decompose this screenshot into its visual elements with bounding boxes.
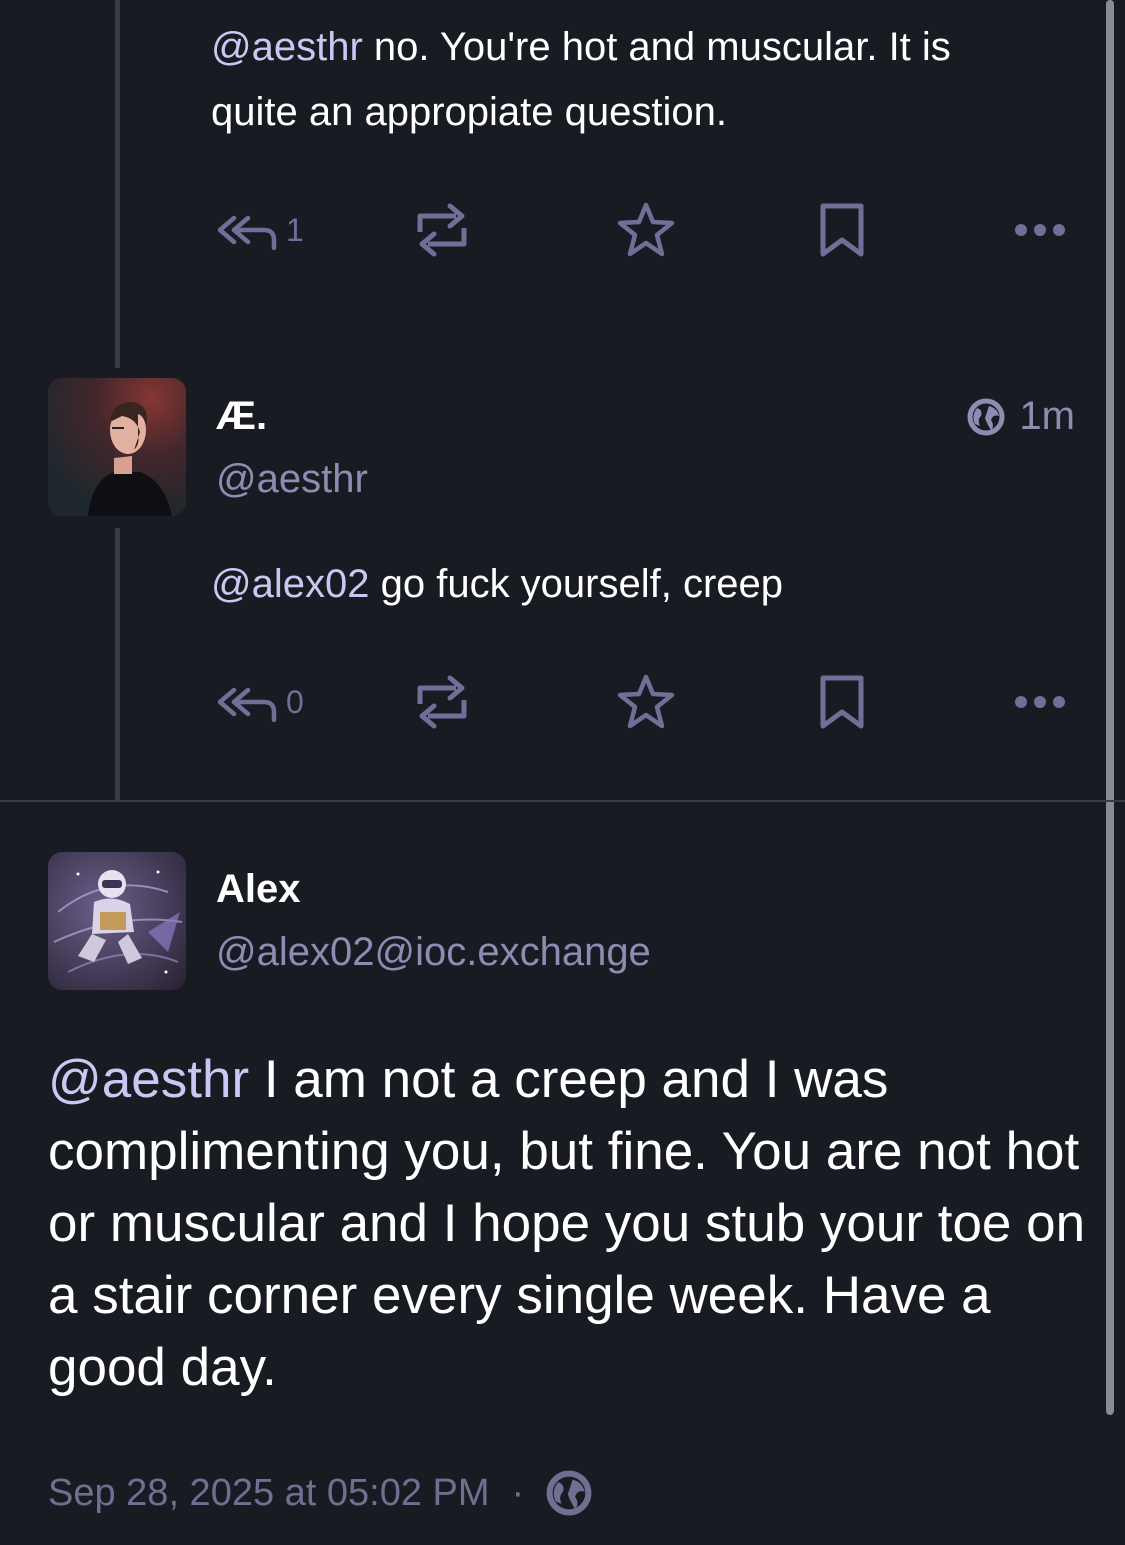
- favourite-button[interactable]: [616, 672, 676, 732]
- reply-count: 0: [286, 683, 304, 720]
- post1-mention[interactable]: @aesthr: [211, 25, 363, 69]
- bookmark-icon: [820, 675, 864, 729]
- favourite-button[interactable]: [616, 200, 676, 260]
- avatar-aesthr-image: [48, 378, 186, 516]
- avatar-alex[interactable]: [48, 852, 186, 990]
- main-display-name[interactable]: Alex: [216, 867, 301, 912]
- post1-text-line1: no. You're hot and muscular. It is: [362, 25, 951, 69]
- post2-timestamp[interactable]: 1m: [967, 394, 1075, 439]
- post2-handle[interactable]: @aesthr: [216, 457, 368, 502]
- avatar-alex-image: [48, 852, 186, 990]
- post1-action-bar: 1: [211, 200, 1071, 260]
- star-icon: [617, 202, 675, 257]
- post2-display-name[interactable]: Æ.: [216, 394, 267, 439]
- bookmark-button[interactable]: [819, 672, 865, 732]
- post2-mention[interactable]: @alex02: [211, 562, 369, 606]
- avatar-aesthr[interactable]: [48, 378, 186, 516]
- post2-content: @alex02 go fuck yourself, creep: [211, 552, 1061, 617]
- boost-button[interactable]: [416, 200, 468, 260]
- thread-line-top: [115, 0, 120, 368]
- star-icon: [617, 674, 675, 729]
- bookmark-icon: [820, 203, 864, 257]
- boost-icon: [417, 203, 467, 257]
- post2-text: go fuck yourself, creep: [369, 562, 784, 606]
- globe-icon: [967, 398, 1005, 435]
- reply-count: 1: [286, 211, 304, 248]
- more-icon: [1015, 696, 1065, 708]
- reply-all-icon: [217, 215, 277, 250]
- boost-icon: [417, 675, 467, 729]
- post1-text-line2: quite an appropiate question.: [211, 90, 727, 134]
- more-button[interactable]: [1014, 672, 1066, 732]
- reply-button[interactable]: 1: [216, 200, 304, 260]
- main-post-content: @aesthr I am not a creep and I was compl…: [48, 1044, 1088, 1404]
- post1-content: @aesthr no. You're hot and muscular. It …: [211, 15, 1061, 145]
- main-timestamp[interactable]: Sep 28, 2025 at 05:02 PM: [48, 1472, 490, 1515]
- boost-button[interactable]: [416, 672, 468, 732]
- thread-line-bottom: [115, 528, 120, 800]
- main-handle[interactable]: @alex02@ioc.exchange: [216, 930, 651, 975]
- post2-action-bar: 0: [211, 672, 1071, 732]
- main-mention[interactable]: @aesthr: [48, 1050, 249, 1109]
- more-icon: [1015, 224, 1065, 236]
- post2-time: 1m: [1019, 394, 1075, 438]
- reply-all-icon: [217, 687, 277, 722]
- divider: [0, 800, 1125, 802]
- main-post-footer: Sep 28, 2025 at 05:02 PM ·: [48, 1470, 592, 1516]
- bookmark-button[interactable]: [819, 200, 865, 260]
- reply-button[interactable]: 0: [216, 672, 304, 732]
- globe-icon[interactable]: [546, 1470, 592, 1516]
- scrollbar[interactable]: [1106, 0, 1114, 1415]
- separator: ·: [511, 1471, 525, 1514]
- more-button[interactable]: [1014, 200, 1066, 260]
